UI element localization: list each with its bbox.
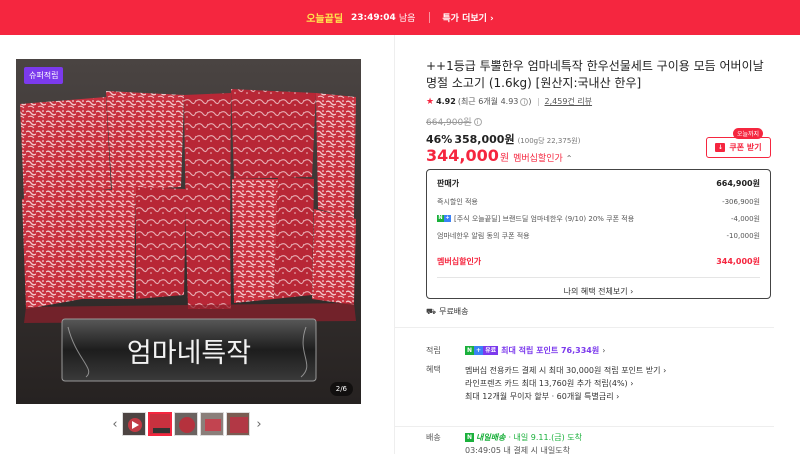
more-deals-link[interactable]: 특가 더보기 ›	[442, 11, 493, 24]
image-pager: 2/6	[329, 382, 353, 396]
points-chevron: ›	[602, 346, 606, 355]
chevron-up-icon: ⌃	[565, 154, 573, 163]
today-only-badge: 오늘까지	[733, 128, 764, 139]
coupon-button-label: 쿠폰 받기	[729, 143, 762, 152]
breakdown-label: [주식 오늘끝딜] 브랜드딜 엄마네한우 (9/10) 20% 쿠폰 적용	[454, 214, 635, 223]
member-price-label: 멤버십할인가	[513, 154, 563, 164]
unit-price: (100g당 22,375원)	[517, 137, 581, 145]
deal-banner: 오늘끝딜 23:49:04 남음 특가 더보기 ›	[0, 0, 800, 35]
member-price-won: 원	[499, 153, 510, 164]
delivery-arrival: · 내일 9.11.(금) 도착	[508, 433, 583, 442]
breakdown-row: 판매가 664,900원	[437, 174, 760, 193]
delivery-type: 내일배송	[476, 433, 506, 442]
discount-percent: 46%	[426, 133, 453, 146]
reviews-link[interactable]: 2,459건 리뷰	[545, 96, 593, 107]
rating-row: ★ 4.92 (최근 6개월 4.93 i ) 2,459건 리뷰	[426, 96, 592, 107]
breakdown-label: 판매가	[437, 179, 460, 188]
benefits-label: 혜택	[426, 365, 441, 374]
truck-icon: ⛟	[426, 306, 437, 316]
thumbnail[interactable]	[174, 412, 198, 436]
thumbnail[interactable]	[148, 412, 172, 436]
section-divider	[394, 327, 774, 328]
breakdown-row: 엄마네한우 알림 동의 쿠폰 적용 -10,000원	[437, 227, 760, 244]
breakdown-value: -4,000원	[730, 214, 760, 223]
breakdown-label: 엄마네한우 알림 동의 쿠폰 적용	[437, 231, 530, 240]
breakdown-total-row: 멤버십할인가 344,000원	[437, 252, 760, 271]
info-icon[interactable]: i	[520, 97, 529, 106]
benefit-item[interactable]: 멤버십 전용카드 결제 시 최대 30,000원 적립 포인트 받기 ›	[465, 364, 666, 377]
breakdown-value: -10,000원	[726, 231, 760, 240]
main-product-image[interactable]: 슈퍼적립 엄마네특작 2/6	[16, 59, 361, 404]
total-value: 344,000원	[716, 257, 760, 266]
coupon-icon: ↓	[715, 143, 726, 152]
coupon-button[interactable]: ↓ 쿠폰 받기	[706, 137, 771, 158]
thumbnail[interactable]	[122, 412, 146, 436]
member-price-row[interactable]: 344,000 원 멤버십할인가 ⌃	[426, 146, 572, 165]
deal-timer: 23:49:04	[351, 12, 396, 23]
breakdown-value: 664,900원	[716, 179, 760, 188]
thumbnail[interactable]	[226, 412, 250, 436]
sale-price: 358,000원	[454, 133, 515, 146]
delivery-label: 배송	[426, 433, 441, 442]
benefit-item[interactable]: 최대 12개월 무이자 할부 · 60개월 특별금리 ›	[465, 390, 666, 403]
beef-photo: 엄마네특작	[16, 59, 361, 404]
product-gallery: 슈퍼적립 엄마네특작 2/6 ‹ ›	[0, 35, 395, 454]
delivery-cutoff: 03:49:05 내 결제 시 내일도착	[465, 446, 570, 455]
breakdown-row: N + [주식 오늘끝딜] 브랜드딜 엄마네한우 (9/10) 20% 쿠폰 적용…	[437, 210, 760, 227]
panel-divider	[437, 277, 760, 278]
points-row[interactable]: N + 유료 최대 적립 포인트 76,334원 ›	[465, 345, 605, 356]
benefit-item[interactable]: 라인프렌즈 카드 최대 13,760원 추가 적립(4%) ›	[465, 377, 666, 390]
original-price-row: 664,900원 i	[426, 115, 482, 128]
rating-recent-close: )	[528, 97, 532, 106]
original-price: 664,900원	[426, 118, 472, 128]
breakdown-label: 즉시할인 적용	[437, 197, 478, 206]
price-breakdown-panel: 판매가 664,900원 즉시할인 적용 -306,900원 N + [주식 오늘…	[426, 169, 771, 299]
breakdown-value: -306,900원	[722, 197, 760, 206]
rating-divider	[537, 97, 539, 106]
super-point-tag: 슈퍼적립	[24, 67, 64, 84]
breakdown-row: 즉시할인 적용 -306,900원	[437, 193, 760, 210]
price-info-icon[interactable]: i	[473, 117, 482, 126]
naver-plus-icon: N +	[437, 215, 451, 222]
star-icon: ★	[426, 96, 435, 107]
points-label: 적립	[426, 346, 441, 355]
deal-brand: 오늘끝딜	[306, 14, 344, 25]
product-title: ++1등급 투뿔한우 엄마네특작 한우선물세트 구이용 모듬 어버이날 명절 소…	[426, 59, 764, 90]
free-shipping: ⛟ 무료배송	[426, 306, 469, 317]
total-label: 멤버십할인가	[437, 257, 482, 266]
section-divider	[394, 426, 774, 427]
free-shipping-label: 무료배송	[439, 307, 469, 316]
thumbnail-strip: ‹ ›	[108, 412, 266, 436]
sign-text: 엄마네특작	[127, 338, 251, 369]
member-price: 344,000	[426, 146, 499, 165]
banner-divider	[429, 12, 431, 23]
benefits-list: 멤버십 전용카드 결제 시 최대 30,000원 적립 포인트 받기 › 라인프…	[465, 364, 666, 403]
naver-delivery-icon: N	[465, 433, 474, 442]
thumbnail[interactable]	[200, 412, 224, 436]
next-image-button[interactable]: ›	[252, 417, 266, 432]
all-benefits-link[interactable]: 나의 혜택 전체보기 ›	[437, 286, 760, 297]
prev-image-button[interactable]: ‹	[108, 417, 122, 432]
sale-price-row: 46% 358,000원 (100g당 22,375원)	[426, 131, 580, 147]
delivery-row: N 내일배송 · 내일 9.11.(금) 도착	[465, 432, 582, 443]
deal-remaining: 남음	[398, 14, 416, 24]
rating-score: 4.92	[436, 97, 456, 106]
max-points: 최대 적립 포인트 76,334원	[501, 346, 600, 355]
rating-recent: (최근 6개월 4.93	[457, 97, 519, 106]
naver-plus-badge: N + 유료	[465, 346, 499, 355]
